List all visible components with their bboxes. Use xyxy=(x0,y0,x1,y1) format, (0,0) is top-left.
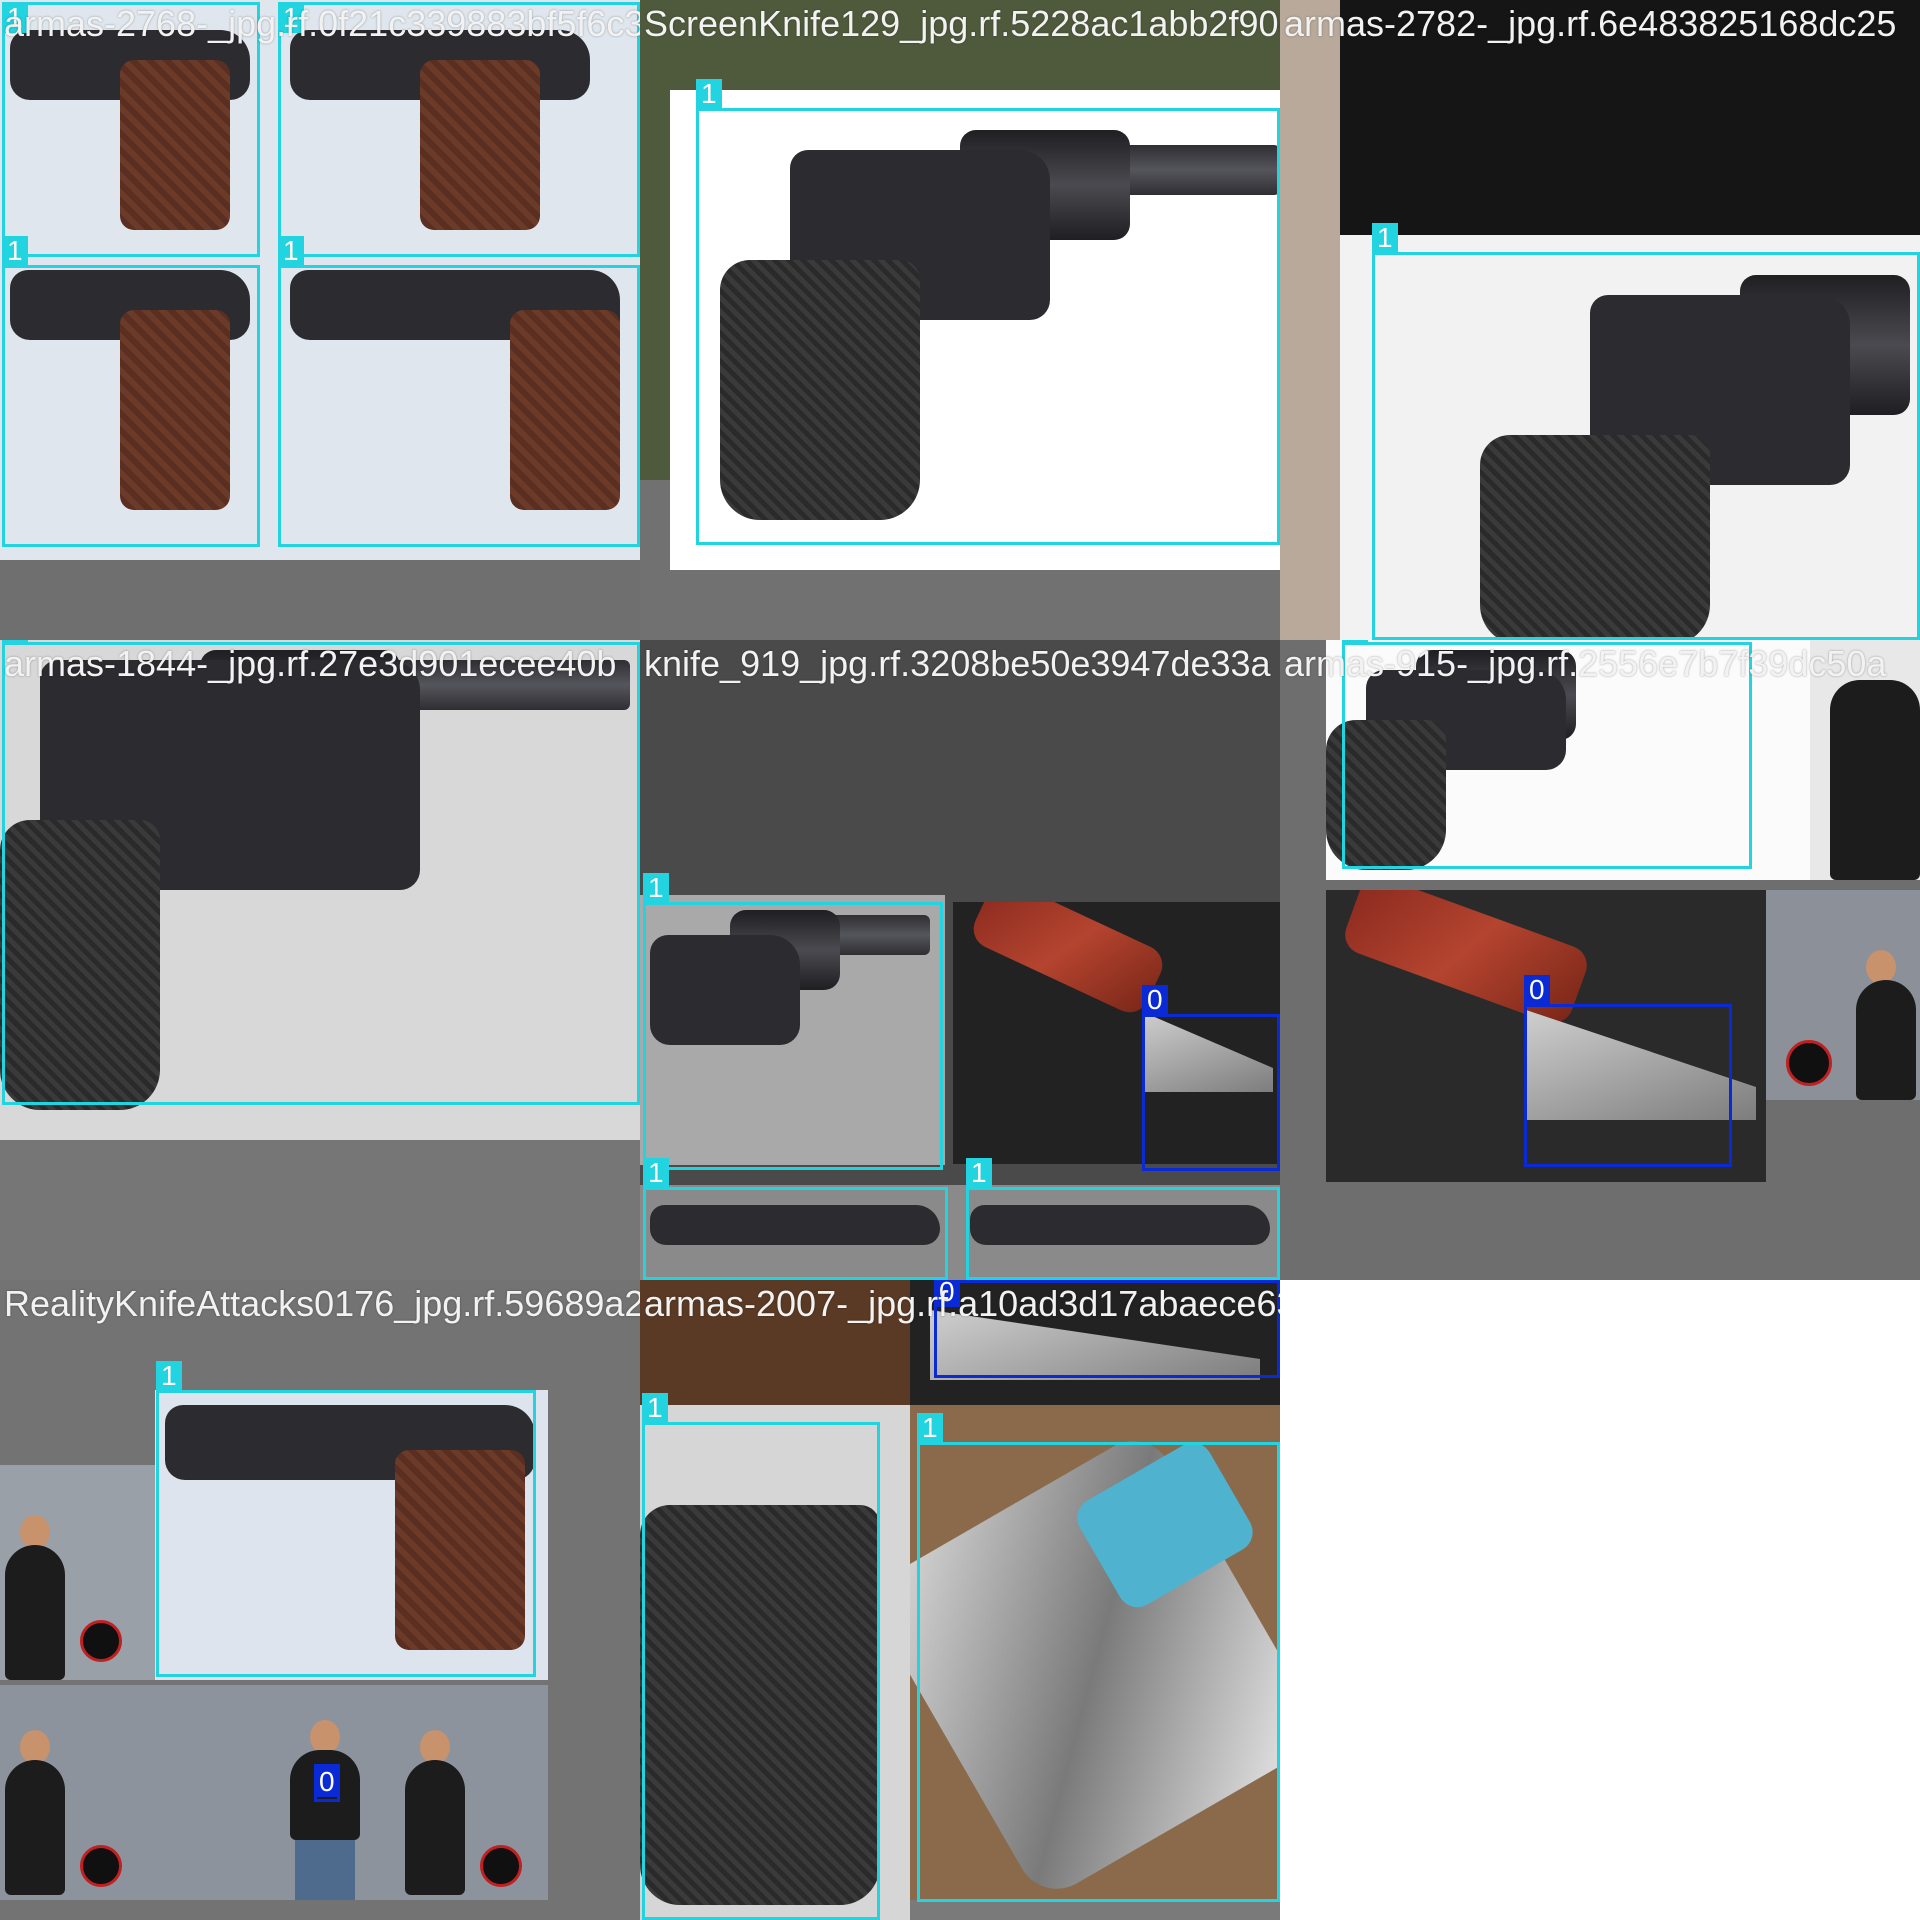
knife-handle xyxy=(967,902,1169,1019)
class-label: 1 xyxy=(696,79,722,109)
image-filename: armas-1844-_jpg.rf.27e3d901ecee40b xyxy=(4,643,617,684)
class-label: 1 xyxy=(1372,223,1398,253)
class-label: 1 xyxy=(917,1413,943,1443)
mosaic-tile-empty xyxy=(1280,1280,1920,1920)
image-panel xyxy=(1766,890,1920,1100)
image-filename: armas-915-_jpg.rf.2556e7b7f39dc50a xyxy=(1284,643,1887,684)
detection-box: 1 xyxy=(643,873,943,1170)
mosaic-tile: 1 armas-1844-_jpg.rf.27e3d901ecee40b xyxy=(0,640,640,1280)
detection-box: 1 xyxy=(966,1158,1280,1280)
person xyxy=(5,1760,65,1895)
class-label: 1 xyxy=(966,1158,992,1188)
person-head xyxy=(420,1730,450,1764)
image-panel xyxy=(0,1465,155,1680)
class-label: 1 xyxy=(278,236,304,266)
mosaic-tile: 1 0 armas-915-_jpg.rf.2556e7b7f39dc50a xyxy=(1280,640,1920,1280)
detection-box: 1 xyxy=(642,1393,880,1920)
mosaic-tile: 1 armas-2782-_jpg.rf.6e483825168dc25 xyxy=(1280,0,1920,640)
detection-box: 1 xyxy=(1372,223,1920,640)
image-filename: ScreenKnife129_jpg.rf.5228ac1abb2f90d86 xyxy=(644,3,1280,44)
mosaic-tile: 1 ScreenKnife129_jpg.rf.5228ac1abb2f90d8… xyxy=(640,0,1280,640)
class-label: 1 xyxy=(643,873,669,903)
person xyxy=(5,1545,65,1680)
image-filename: armas-2007-_jpg.rf.a10ad3d17abaece6332f5 xyxy=(644,1283,1280,1324)
detection-box: 1 xyxy=(643,1158,948,1280)
logo-icon xyxy=(80,1620,122,1662)
mosaic-tile: 0 1 1 armas-2007-_jpg.rf.a10ad3d17abaece… xyxy=(640,1280,1280,1920)
logo-icon xyxy=(80,1845,122,1887)
image-filename: RealityKnifeAttacks0176_jpg.rf.59689a252 xyxy=(4,1283,640,1324)
class-label: 0 xyxy=(1524,975,1550,1005)
class-label: 1 xyxy=(156,1361,182,1391)
person xyxy=(405,1760,465,1895)
detection-box: 1 xyxy=(696,79,1280,545)
mosaic-tile: 1 1 1 1 armas-2768-_jpg.rf.0f21c339883bf… xyxy=(0,0,640,640)
class-label: 0 xyxy=(1142,985,1168,1015)
person-head xyxy=(20,1515,50,1549)
person-head xyxy=(310,1720,340,1754)
image-filename: knife_919_jpg.rf.3208be50e3947de33a xyxy=(644,643,1271,684)
image-panel xyxy=(910,1900,1280,1920)
masked-person xyxy=(1830,680,1920,880)
detection-box: 1 xyxy=(2,640,640,1105)
detection-box: 1 xyxy=(156,1361,536,1677)
detection-box: 1 xyxy=(917,1413,1280,1902)
detection-mosaic: 1 1 1 1 armas-2768-_jpg.rf.0f21c339883bf… xyxy=(0,0,1920,1920)
image-panel xyxy=(0,1685,548,1900)
logo-icon xyxy=(480,1845,522,1887)
detection-box: 0 xyxy=(1142,985,1280,1171)
class-label: 1 xyxy=(642,1393,668,1423)
class-label: 1 xyxy=(2,236,28,266)
detection-box: 1 xyxy=(2,236,260,547)
person-head xyxy=(1866,950,1896,984)
person-jeans xyxy=(295,1840,355,1900)
class-label: 1 xyxy=(643,1158,669,1188)
detection-box: 1 xyxy=(278,236,640,547)
image-filename: armas-2768-_jpg.rf.0f21c339883bf5f6c3fa5 xyxy=(4,3,640,44)
detection-box: 0 xyxy=(314,1764,340,1802)
person xyxy=(1856,980,1916,1100)
detection-box: 0 xyxy=(1524,975,1732,1167)
mosaic-tile: 1 0 1 1 knife_919_jpg.rf.3208be50e3947de… xyxy=(640,640,1280,1280)
mosaic-tile: 1 0 RealityKnifeAttacks0176_jpg.rf.59689… xyxy=(0,1280,640,1920)
class-label: 0 xyxy=(314,1767,340,1797)
image-filename: armas-2782-_jpg.rf.6e483825168dc25 xyxy=(1284,3,1897,44)
logo-icon xyxy=(1786,1040,1832,1086)
person-head xyxy=(20,1730,50,1764)
